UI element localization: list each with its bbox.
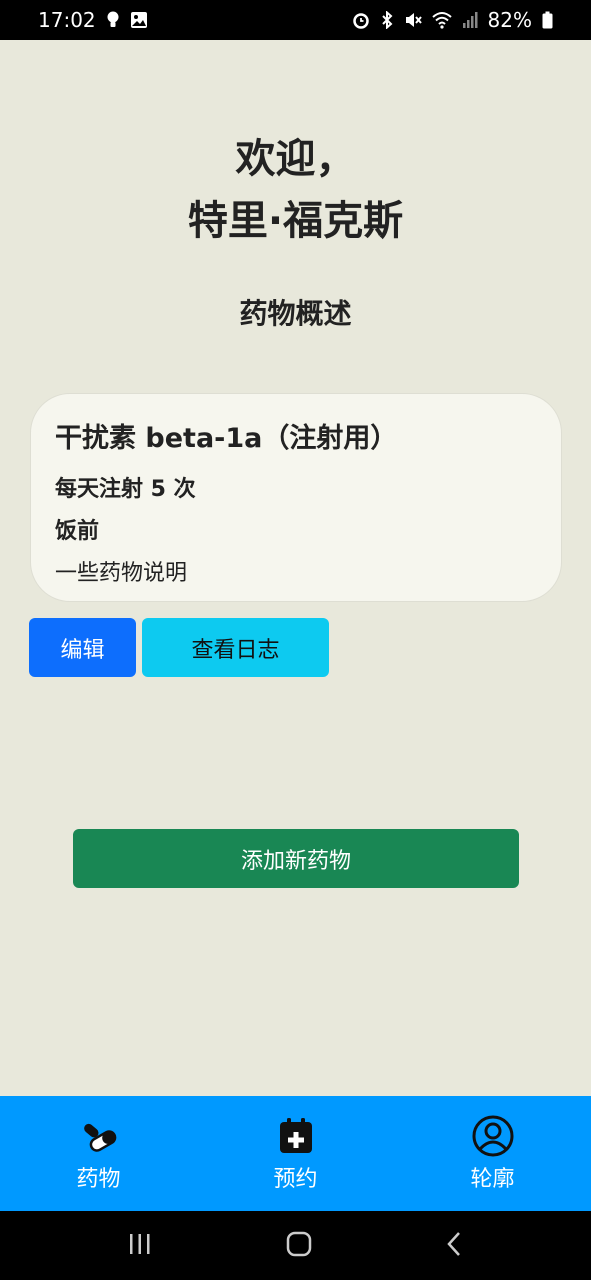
image-icon [130,11,148,29]
nav-label-medications: 药物 [76,1166,121,1192]
welcome-greeting: 欢迎， [235,136,356,182]
nav-item-appointments[interactable]: 预约 [221,1115,371,1193]
recent-apps-icon[interactable] [127,1232,153,1260]
medication-dose: 每天注射 5 次 [55,477,196,502]
edit-button[interactable]: 编辑 [29,618,136,677]
bottom-nav: 药物 预约 轮廓 [0,1096,591,1211]
home-icon[interactable] [286,1231,312,1261]
medication-description: 一些药物说明 [55,561,188,586]
alarm-icon [352,11,370,29]
battery-percent: 82% [487,8,532,32]
add-medication-button[interactable]: 添加新药物 [73,829,519,888]
medication-card: 干扰素 beta-1a（注射用） 每天注射 5 次 饭前 一些药物说明 [30,393,562,602]
signal-icon [462,11,478,29]
battery-icon [542,11,553,29]
calendar-plus-icon [278,1115,314,1157]
view-log-button[interactable]: 查看日志 [142,618,329,677]
welcome-heading: 欢迎， 特里·福克斯 [0,128,591,252]
back-icon[interactable] [445,1231,465,1261]
status-time: 17:02 [38,8,96,32]
nav-label-appointments: 预约 [273,1166,318,1192]
nav-item-profile[interactable]: 轮廓 [418,1115,568,1193]
section-title: 药物概述 [239,297,352,330]
nav-label-profile: 轮廓 [470,1166,515,1192]
nav-item-medications[interactable]: 药物 [24,1115,174,1193]
medication-timing: 饭前 [55,519,100,544]
bulb-icon [106,11,120,29]
medication-name: 干扰素 beta-1a（注射用） [55,423,398,454]
bluetooth-icon [380,11,394,29]
wifi-icon [431,11,452,29]
user-circle-icon [472,1115,514,1157]
mute-icon [404,11,422,29]
status-bar: 17:02 82% [0,0,591,40]
user-name: 特里·福克斯 [187,198,404,244]
system-nav-bar [0,1211,591,1280]
pills-icon [79,1115,119,1157]
